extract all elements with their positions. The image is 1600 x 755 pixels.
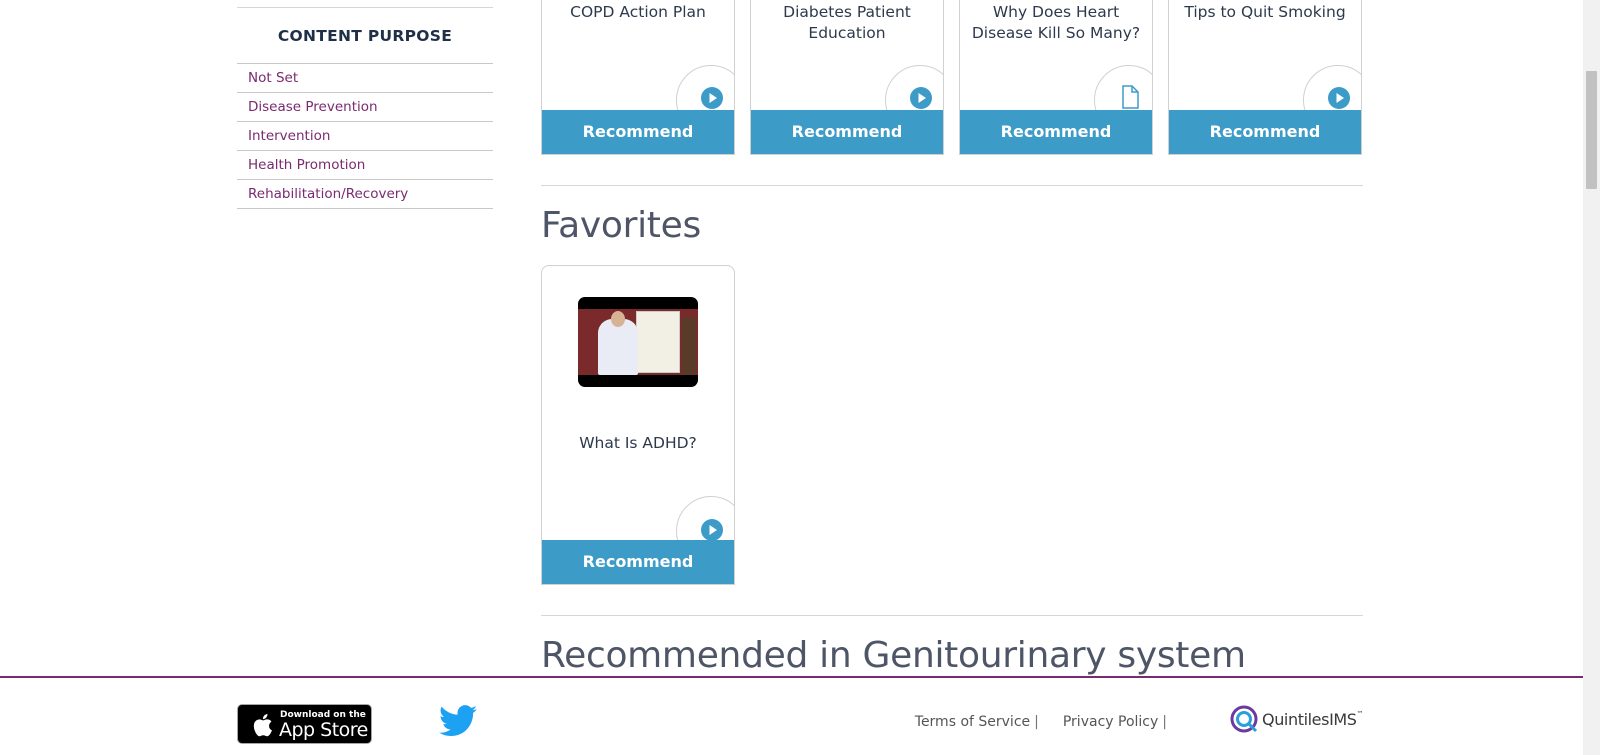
recommend-button[interactable]: Recommend xyxy=(1169,110,1361,154)
play-icon[interactable] xyxy=(700,518,724,542)
section-divider xyxy=(541,615,1363,616)
footer-links: Terms of Service | Privacy Policy | xyxy=(915,714,1167,730)
quintilesims-mark-icon xyxy=(1230,705,1258,733)
scrollbar-thumb[interactable] xyxy=(1586,71,1597,189)
link-separator: | xyxy=(1034,714,1039,730)
sidebar: CONTENT PURPOSE Not Set Disease Preventi… xyxy=(237,0,493,209)
recommend-button[interactable]: Recommend xyxy=(960,110,1152,154)
twitter-icon[interactable] xyxy=(439,705,477,737)
app-store-big-text: App Store xyxy=(279,719,368,741)
recommended-heading: Recommended in Genitourinary system xyxy=(541,635,1246,676)
card-title: Tips to Quit Smoking xyxy=(1184,3,1346,21)
document-icon[interactable] xyxy=(1118,85,1142,109)
content-card[interactable]: COPD Action Plan Recommend xyxy=(541,0,735,155)
sidebar-item-not-set[interactable]: Not Set xyxy=(237,64,493,93)
brand-name: QuintilesIMS™ xyxy=(1262,709,1364,729)
card-title: Why Does Heart Disease Kill So Many? xyxy=(971,3,1141,42)
recommend-button[interactable]: Recommend xyxy=(542,110,734,154)
card-title: What Is ADHD? xyxy=(579,434,697,452)
thumbnail-presenter-head xyxy=(611,311,625,327)
privacy-policy-link[interactable]: Privacy Policy xyxy=(1063,714,1158,730)
vertical-scrollbar[interactable] xyxy=(1583,0,1600,755)
thumbnail-presenter xyxy=(598,319,638,375)
content-card[interactable]: Diabetes Patient Education Recommend xyxy=(750,0,944,155)
app-store-badge[interactable]: Download on the App Store xyxy=(237,704,372,744)
card-title: COPD Action Plan xyxy=(570,3,706,21)
brand-name-text: QuintilesIMS xyxy=(1262,709,1357,729)
brand-trademark: ™ xyxy=(1356,709,1364,718)
sidebar-item-intervention[interactable]: Intervention xyxy=(237,122,493,151)
recommend-button[interactable]: Recommend xyxy=(751,110,943,154)
content-card[interactable]: Tips to Quit Smoking Recommend xyxy=(1168,0,1362,155)
play-icon[interactable] xyxy=(700,86,724,110)
play-icon[interactable] xyxy=(909,86,933,110)
content-purpose-list: Not Set Disease Prevention Intervention … xyxy=(237,64,493,209)
favorites-heading: Favorites xyxy=(541,205,701,246)
sidebar-top-divider xyxy=(237,0,493,8)
content-card[interactable]: Why Does Heart Disease Kill So Many? Rec… xyxy=(959,0,1153,155)
recommend-button[interactable]: Recommend xyxy=(542,540,734,584)
video-thumbnail[interactable] xyxy=(578,297,698,387)
quintilesims-logo[interactable]: QuintilesIMS™ xyxy=(1229,703,1364,735)
favorite-card[interactable]: What Is ADHD? Recommend xyxy=(541,265,735,585)
apple-icon xyxy=(253,713,273,737)
footer: Download on the App Store Terms of Servi… xyxy=(0,676,1584,755)
section-divider xyxy=(541,185,1363,186)
sidebar-item-health-promotion[interactable]: Health Promotion xyxy=(237,151,493,180)
thumbnail-shelf xyxy=(682,317,696,375)
sidebar-item-rehabilitation-recovery[interactable]: Rehabilitation/Recovery xyxy=(237,180,493,209)
thumbnail-whiteboard xyxy=(636,311,680,373)
terms-of-service-link[interactable]: Terms of Service xyxy=(915,714,1030,730)
card-title: Diabetes Patient Education xyxy=(783,3,911,42)
link-separator: | xyxy=(1162,714,1167,730)
content-purpose-heading: CONTENT PURPOSE xyxy=(237,27,493,64)
play-icon[interactable] xyxy=(1327,86,1351,110)
sidebar-item-disease-prevention[interactable]: Disease Prevention xyxy=(237,93,493,122)
